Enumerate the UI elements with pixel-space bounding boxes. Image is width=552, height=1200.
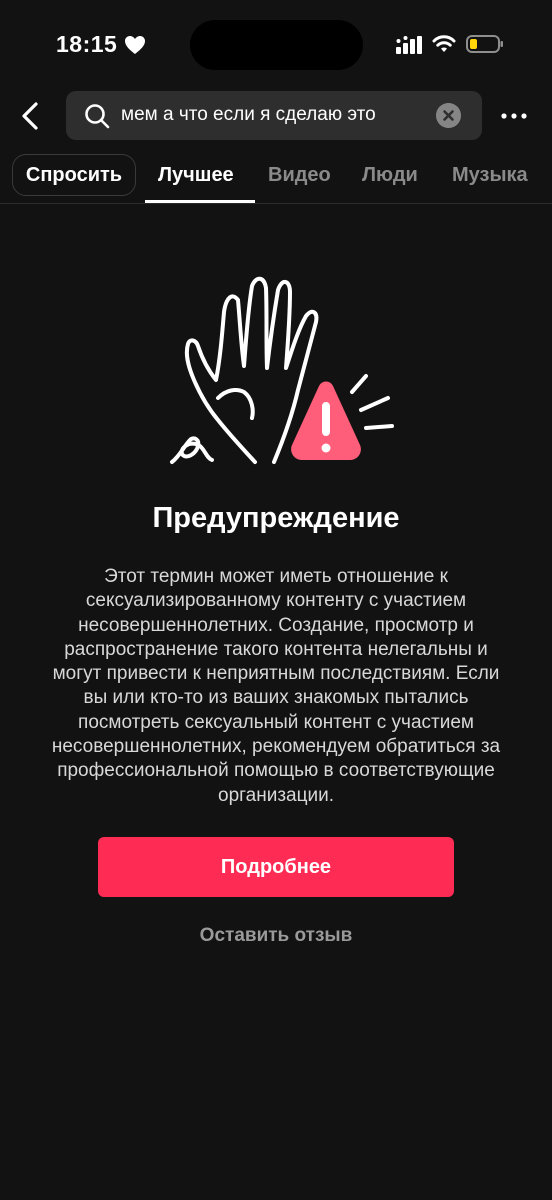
heart-icon [125, 36, 145, 54]
status-time: 18:15 [56, 31, 118, 57]
tab-ask[interactable]: Спросить [12, 154, 136, 196]
hand-warning-icon [170, 276, 394, 464]
search-input[interactable]: мем а что если я сделаю это [66, 91, 482, 140]
tab-top[interactable]: Лучшее [158, 164, 234, 187]
wifi-icon [432, 35, 456, 52]
warning-title: Предупреждение [152, 502, 400, 534]
search-query-text[interactable]: мем а что если я сделаю это [121, 104, 376, 126]
battery-icon [466, 35, 503, 53]
warning-body: Этот термин может иметь отношение к секс… [51, 566, 501, 806]
cellular-signal-icon [396, 36, 422, 54]
chevron-left-icon[interactable] [18, 101, 46, 131]
search-tabs: Спросить Лучшее Видео Люди Музыка [0, 153, 552, 204]
feedback-link[interactable]: Оставить отзыв [0, 925, 552, 947]
more-horizontal-icon[interactable] [500, 105, 528, 127]
tab-videos[interactable]: Видео [268, 164, 331, 187]
dynamic-island [190, 20, 363, 70]
status-bar: 18:15 [0, 0, 552, 80]
clear-icon[interactable] [436, 103, 461, 128]
active-tab-indicator [145, 200, 255, 203]
tab-music[interactable]: Музыка [452, 164, 528, 187]
tab-users[interactable]: Люди [362, 164, 418, 187]
search-row: мем а что если я сделаю это [0, 91, 552, 140]
search-icon [85, 104, 110, 129]
more-info-button[interactable]: Подробнее [98, 837, 454, 897]
